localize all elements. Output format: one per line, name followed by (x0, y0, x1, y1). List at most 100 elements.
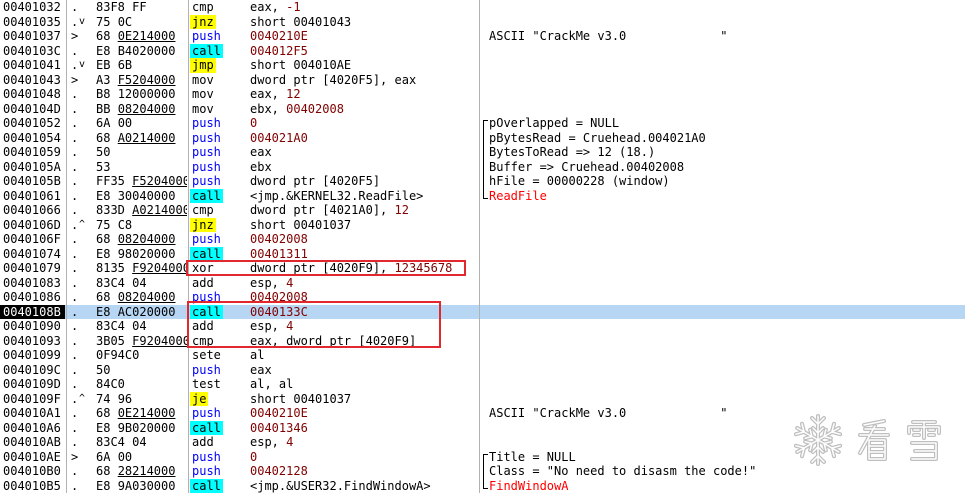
address[interactable]: 00401041 (0, 58, 65, 73)
operands[interactable]: dword ptr [4020F5], eax (250, 73, 478, 88)
mnemonic[interactable]: push (190, 406, 223, 421)
operands[interactable]: short 00401037 (250, 392, 478, 407)
disasm-row[interactable]: 0040109D. 84C0 test al, al (0, 377, 965, 392)
hex-dump[interactable]: 833D A0214000 (96, 203, 187, 218)
address[interactable]: 00401059 (0, 145, 65, 160)
mnemonic[interactable]: mov (190, 102, 216, 117)
disasm-row[interactable]: 00401079. 8135 F9204000 xor dword ptr [4020… (0, 261, 965, 276)
disasm-row[interactable]: 00401037 >68 0E214000 push 0040210E ASCII "C… (0, 29, 965, 44)
operands[interactable]: dword ptr [4020F9], 12345678 (250, 261, 478, 276)
operands[interactable]: 0040210E (250, 29, 478, 44)
comment[interactable]: FindWindowA (489, 479, 959, 493)
operands[interactable]: esp, 4 (250, 435, 478, 450)
operands[interactable]: 0 (250, 116, 478, 131)
disasm-row[interactable]: 00401043 > A3 F5204000 mov dword ptr [4020F5… (0, 73, 965, 88)
address[interactable]: 00401066 (0, 203, 65, 218)
operands[interactable]: dword ptr [4020F5] (250, 174, 478, 189)
hex-dump[interactable]: 75 C8 (96, 218, 187, 233)
address[interactable]: 004010B0 (0, 464, 65, 479)
mnemonic[interactable]: call (190, 420, 223, 435)
operands[interactable]: eax, 12 (250, 87, 478, 102)
address[interactable]: 0040106F (0, 232, 65, 247)
mnemonic[interactable]: jnz (190, 217, 216, 232)
mnemonic[interactable]: je (190, 391, 209, 406)
mnemonic[interactable]: call (190, 304, 223, 319)
operands[interactable]: al (250, 348, 478, 363)
operands[interactable]: eax, -1 (250, 0, 478, 15)
address[interactable]: 00401037 (0, 29, 65, 44)
disasm-row[interactable]: 0040108B. E8 AC020000 call 0040133C (0, 304, 965, 320)
mnemonic[interactable]: cmp (190, 203, 216, 218)
mnemonic[interactable]: push (190, 290, 223, 305)
disasm-row[interactable]: 0040106F. 68 08204000 push 00402008 (0, 232, 965, 247)
disasm-row[interactable]: 0040109F. ^ 74 96 je short 00401037 (0, 391, 965, 407)
operands[interactable]: 0 (250, 450, 478, 465)
hex-dump[interactable]: E8 30040000 (96, 189, 187, 204)
address[interactable]: 0040109F (0, 392, 65, 407)
address[interactable]: 0040105B (0, 174, 65, 189)
address[interactable]: 0040109C (0, 363, 65, 378)
disasm-row[interactable]: 00401032. 83F8 FF cmp eax, -1 (0, 0, 965, 15)
mnemonic[interactable]: mov (190, 73, 216, 88)
comment[interactable]: pBytesRead = Cruehead.004021A0 (489, 131, 959, 146)
address[interactable]: 0040109D (0, 377, 65, 392)
comment[interactable]: pOverlapped = NULL (489, 116, 959, 131)
mnemonic[interactable]: add (190, 435, 216, 450)
operands[interactable]: eax, dword ptr [4020F9] (250, 334, 478, 349)
address[interactable]: 00401079 (0, 261, 65, 276)
hex-dump[interactable]: 83F8 FF (96, 0, 187, 15)
operands[interactable]: <jmp.&USER32.FindWindowA> (250, 479, 478, 493)
address[interactable]: 0040108B (0, 304, 65, 319)
operands[interactable]: esp, 4 (250, 319, 478, 334)
hex-dump[interactable]: 0F94C0 (96, 348, 187, 363)
operands[interactable]: dword ptr [4021A0], 12 (250, 203, 478, 218)
mnemonic[interactable]: add (190, 276, 216, 291)
operands[interactable]: eax (250, 145, 478, 160)
hex-dump[interactable]: 6A 00 (96, 116, 187, 131)
mnemonic[interactable]: cmp (190, 334, 216, 349)
address[interactable]: 00401048 (0, 87, 65, 102)
operands[interactable]: 00401311 (250, 247, 478, 262)
operands[interactable]: short 00401037 (250, 218, 478, 233)
disasm-row[interactable]: 00401052. 6A 00 push 0 pOverlapped = NULL (0, 116, 965, 131)
disasm-row[interactable]: 0040105A. 53 push ebx Buffer => Cruehead.004… (0, 159, 965, 175)
comment[interactable]: Buffer => Cruehead.00402008 (489, 160, 959, 175)
hex-dump[interactable]: 68 08204000 (96, 290, 187, 305)
address[interactable]: 00401074 (0, 247, 65, 262)
mnemonic[interactable]: call (190, 478, 223, 493)
disasm-row[interactable]: 00401074. E8 98020000 call 00401311 (0, 246, 965, 262)
address[interactable]: 00401054 (0, 131, 65, 146)
hex-dump[interactable]: E8 9A030000 (96, 479, 187, 493)
hex-dump[interactable]: 68 0E214000 (96, 29, 187, 44)
hex-dump[interactable]: 75 0C (96, 15, 187, 30)
hex-dump[interactable]: B8 12000000 (96, 87, 187, 102)
operands[interactable]: short 004010AE (250, 58, 478, 73)
disasm-row[interactable]: 00401048. B8 12000000 mov eax, 12 (0, 87, 965, 102)
hex-dump[interactable]: E8 B4020000 (96, 44, 187, 59)
hex-dump[interactable]: 53 (96, 160, 187, 175)
mnemonic[interactable]: push (190, 29, 223, 44)
hex-dump[interactable]: EB 6B (96, 58, 187, 73)
operands[interactable]: 0040133C (250, 305, 478, 320)
disasm-row[interactable]: 00401093. 3B05 F9204000 cmp eax, dword ptr … (0, 334, 965, 349)
comment[interactable]: hFile = 00000228 (window) (489, 174, 959, 189)
disasm-row[interactable]: 0040103C. E8 B4020000 call 004012F5 (0, 43, 965, 59)
hex-dump[interactable]: 8135 F9204000 (96, 261, 187, 276)
address[interactable]: 004010A6 (0, 421, 65, 436)
mnemonic[interactable]: push (190, 363, 223, 378)
disasm-row[interactable]: 00401083. 83C4 04 add esp, 4 (0, 276, 965, 291)
address[interactable]: 00401093 (0, 334, 65, 349)
comment[interactable]: ReadFile (489, 189, 959, 204)
address[interactable]: 00401035 (0, 15, 65, 30)
operands[interactable]: 00401346 (250, 421, 478, 436)
operands[interactable]: <jmp.&KERNEL32.ReadFile> (250, 189, 478, 204)
hex-dump[interactable]: 83C4 04 (96, 319, 187, 334)
address[interactable]: 004010AE (0, 450, 65, 465)
address[interactable]: 0040103C (0, 44, 65, 59)
operands[interactable]: 00402008 (250, 232, 478, 247)
mnemonic[interactable]: push (190, 116, 223, 131)
mnemonic[interactable]: push (190, 160, 223, 175)
disasm-row[interactable]: 00401054. 68 A0214000 push 004021A0 pBytesRe… (0, 130, 965, 146)
mnemonic[interactable]: call (190, 43, 223, 58)
address[interactable]: 0040105A (0, 160, 65, 175)
